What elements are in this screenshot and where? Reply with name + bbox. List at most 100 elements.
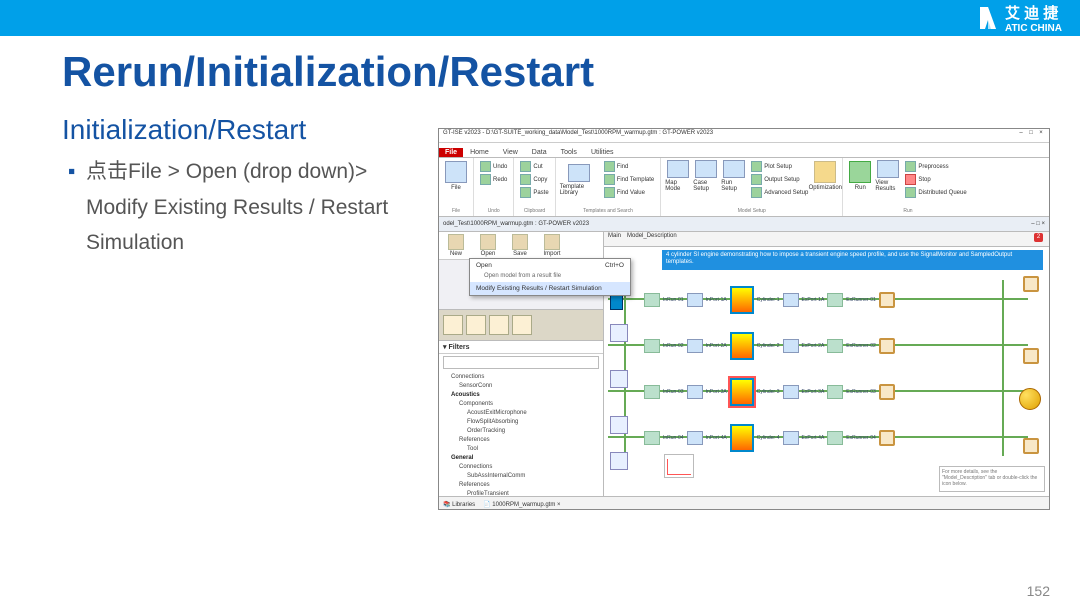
tab-view[interactable]: View	[496, 148, 525, 157]
palette-item[interactable]	[489, 315, 509, 335]
collector-icon[interactable]	[879, 430, 895, 446]
tab-home[interactable]: Home	[463, 148, 496, 157]
cylinder-icon[interactable]	[730, 286, 754, 314]
file-button[interactable]: File	[443, 160, 469, 192]
template-library-button[interactable]: Template Library	[560, 164, 598, 196]
save-button[interactable]: Save	[506, 234, 534, 257]
new-button[interactable]: New	[442, 234, 470, 257]
flowsplit-icon[interactable]	[610, 324, 628, 342]
stop-button[interactable]: Stop	[903, 173, 968, 186]
tree-item: General	[443, 454, 599, 463]
advanced-setup-button[interactable]: Advanced Setup	[749, 186, 810, 199]
cut-button[interactable]: Cut	[518, 160, 550, 173]
group-file-label: File	[443, 208, 469, 214]
map-mode-button[interactable]: Map Mode	[665, 160, 691, 192]
label: InRun-01	[663, 297, 684, 303]
intake-port-icon[interactable]	[687, 293, 703, 307]
optimization-button[interactable]: Optimization	[812, 160, 838, 192]
intake-runner-icon[interactable]	[644, 293, 660, 307]
exhaust-runner-icon[interactable]	[827, 293, 843, 307]
maximize-icon[interactable]: □	[1027, 130, 1035, 141]
environment-icon[interactable]	[1019, 388, 1041, 410]
find-button[interactable]: Find	[602, 160, 657, 173]
palette-item[interactable]	[443, 315, 463, 335]
label: InPort-1A	[706, 297, 727, 303]
exhaust-port-icon[interactable]	[783, 339, 799, 353]
endcap-icon[interactable]	[1023, 348, 1039, 364]
preprocess-button[interactable]: Preprocess	[903, 160, 968, 173]
minimize-icon[interactable]: –	[1017, 130, 1025, 141]
tab-data[interactable]: Data	[525, 148, 554, 157]
run-setup-button[interactable]: Run Setup	[721, 160, 747, 192]
status-libraries[interactable]: Libraries	[452, 502, 475, 508]
pipe	[1002, 280, 1004, 456]
close-icon[interactable]: ×	[1037, 130, 1045, 141]
file-tab[interactable]: File	[439, 148, 463, 157]
find-value-button[interactable]: Find Value	[602, 186, 657, 199]
tab-utilities[interactable]: Utilities	[584, 148, 621, 157]
tree-item: OrderTracking	[443, 427, 599, 436]
exhaust-runner-icon[interactable]	[827, 431, 843, 445]
paste-button[interactable]: Paste	[518, 186, 550, 199]
intake-port-icon[interactable]	[687, 385, 703, 399]
search-input[interactable]	[443, 356, 599, 369]
undo-button[interactable]: Undo	[478, 160, 509, 173]
exhaust-runner-icon[interactable]	[827, 339, 843, 353]
logo-cn: 艾 迪 捷	[1005, 5, 1058, 22]
redo-button[interactable]: Redo	[478, 173, 509, 186]
intake-runner-icon[interactable]	[644, 431, 660, 445]
tab-model-description[interactable]: Model_Description	[627, 233, 677, 245]
engine-row-2: InRun-02 InPort-2A Cylinder-2 ExPort-2A …	[644, 326, 895, 366]
view-results-button[interactable]: View Results	[875, 160, 901, 192]
copy-button[interactable]: Copy	[518, 173, 550, 186]
cylinder-icon[interactable]	[730, 378, 754, 406]
import-button[interactable]: Import	[538, 234, 566, 257]
engine-row-3: InRun-03 InPort-3A Cylinder-3 ExPort-3A …	[644, 372, 895, 412]
status-file[interactable]: 1000RPM_warmup.gtm ×	[492, 502, 560, 508]
company-logo: 艾 迪 捷 ATIC CHINA	[977, 2, 1062, 34]
tab-tools[interactable]: Tools	[554, 148, 584, 157]
component-palette	[439, 310, 603, 341]
cylinder-icon[interactable]	[730, 332, 754, 360]
distributed-queue-button[interactable]: Distributed Queue	[903, 186, 968, 199]
palette-item[interactable]	[512, 315, 532, 335]
endcap-icon[interactable]	[1023, 276, 1039, 292]
menu-open[interactable]: OpenCtrl+O	[470, 259, 630, 272]
label: ExPort-1A	[802, 297, 825, 303]
filters-header: ▾ Filters	[439, 341, 603, 354]
collector-icon[interactable]	[879, 384, 895, 400]
intake-runner-icon[interactable]	[644, 339, 660, 353]
run-button[interactable]: Run	[847, 160, 873, 192]
case-setup-button[interactable]: Case Setup	[693, 160, 719, 192]
slide-bullet-1: 点击File > Open (drop down)> Modify Existi…	[86, 154, 406, 261]
model-canvas[interactable]: Main Model_Description 2 4 cylinder SI e…	[604, 232, 1049, 496]
intake-runner-icon[interactable]	[644, 385, 660, 399]
palette-item[interactable]	[466, 315, 486, 335]
exhaust-runner-icon[interactable]	[827, 385, 843, 399]
collector-icon[interactable]	[879, 338, 895, 354]
flowsplit-icon[interactable]	[610, 370, 628, 388]
cylinder-icon[interactable]	[730, 424, 754, 452]
exhaust-port-icon[interactable]	[783, 293, 799, 307]
flowsplit-icon[interactable]	[610, 416, 628, 434]
flowsplit-icon[interactable]	[610, 452, 628, 470]
plot-setup-button[interactable]: Plot Setup	[749, 160, 810, 173]
menu-modify-restart[interactable]: Modify Existing Results / Restart Simula…	[470, 282, 630, 295]
notification-badge[interactable]: 2	[1034, 233, 1043, 242]
profile-icon[interactable]	[664, 454, 694, 478]
tree-item: ProfileTransient	[443, 490, 599, 496]
intake-port-icon[interactable]	[687, 431, 703, 445]
model-description-banner: 4 cylinder SI engine demonstrating how t…	[662, 250, 1043, 270]
exhaust-port-icon[interactable]	[783, 385, 799, 399]
tab-main[interactable]: Main	[608, 233, 621, 245]
collector-icon[interactable]	[879, 292, 895, 308]
open-button[interactable]: Open	[474, 234, 502, 257]
find-template-button[interactable]: Find Template	[602, 173, 657, 186]
template-tree[interactable]: Connections SensorConn Acoustics Compone…	[439, 371, 603, 496]
output-setup-button[interactable]: Output Setup	[749, 173, 810, 186]
endcap-icon[interactable]	[1023, 438, 1039, 454]
main-area: New Open Save Import OpenCtrl+O Open mod…	[439, 232, 1049, 496]
intake-port-icon[interactable]	[687, 339, 703, 353]
exhaust-port-icon[interactable]	[783, 431, 799, 445]
document-path-text: odel_Test\1000RPM_warmup.gtm : GT-POWER …	[443, 221, 589, 227]
